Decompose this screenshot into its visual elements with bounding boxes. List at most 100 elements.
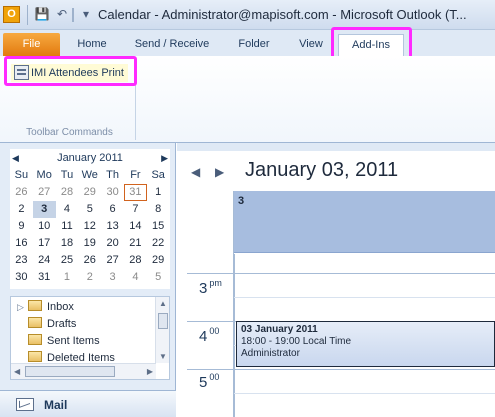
tab-file[interactable]: File bbox=[3, 33, 60, 56]
calendar-day[interactable]: 29 bbox=[78, 184, 101, 201]
vertical-scroll-thumb[interactable] bbox=[158, 313, 168, 329]
save-icon[interactable]: 💾 bbox=[34, 6, 50, 23]
calendar-day[interactable]: 7 bbox=[124, 201, 147, 218]
expand-icon[interactable]: ▷ bbox=[17, 299, 25, 316]
day-header[interactable]: 3 bbox=[234, 191, 495, 253]
calendar-day[interactable]: 8 bbox=[147, 201, 170, 218]
calendar-day[interactable]: 22 bbox=[147, 235, 170, 252]
next-day-icon[interactable]: ▶ bbox=[215, 165, 224, 179]
tab-send-receive[interactable]: Send / Receive bbox=[126, 34, 218, 56]
calendar-day[interactable]: 20 bbox=[101, 235, 124, 252]
calendar-day[interactable]: 2 bbox=[10, 201, 33, 218]
calendar-day[interactable]: 1 bbox=[56, 269, 79, 286]
calendar-day[interactable]: 6 bbox=[101, 201, 124, 218]
tab-folder[interactable]: Folder bbox=[228, 34, 280, 56]
calendar-day[interactable]: 28 bbox=[124, 252, 147, 269]
day-of-week-label: Mo bbox=[36, 169, 52, 181]
calendar-day[interactable]: 10 bbox=[33, 218, 56, 235]
calendar-day[interactable]: 14 bbox=[124, 218, 147, 235]
calendar-day[interactable]: 30 bbox=[10, 269, 33, 286]
calendar-day[interactable]: 27 bbox=[33, 184, 56, 201]
quick-access-separator-2 bbox=[72, 8, 74, 22]
tab-add-ins[interactable]: Add-Ins bbox=[338, 34, 404, 56]
time-label-3pm: 3 pm bbox=[199, 278, 222, 297]
outlook-icon[interactable]: O bbox=[3, 6, 20, 23]
mail-label: Mail bbox=[44, 398, 68, 412]
calendar-day[interactable]: 17 bbox=[33, 235, 56, 252]
quick-access-separator bbox=[27, 5, 28, 25]
calendar-week-row: 2345678 bbox=[10, 201, 170, 218]
tab-home[interactable]: Home bbox=[68, 34, 116, 56]
calendar-week-row: 9 10 11 12 13 14 15 bbox=[10, 218, 170, 235]
calendar-day[interactable]: 30 bbox=[101, 184, 124, 201]
calendar-day[interactable]: 12 bbox=[78, 218, 101, 235]
folder-horizontal-scrollbar[interactable]: ◀ ▶ bbox=[11, 363, 156, 379]
prev-day-icon[interactable]: ◀ bbox=[191, 165, 200, 179]
day-of-week-label: Sa bbox=[151, 169, 165, 181]
mail-nav-button[interactable]: Mail bbox=[0, 390, 176, 417]
folder-vertical-scrollbar[interactable]: ▲ ▼ bbox=[155, 297, 169, 363]
day-of-week-label: We bbox=[81, 169, 98, 181]
horizontal-scroll-thumb[interactable] bbox=[25, 366, 115, 377]
calendar-appointment[interactable]: 03 January 2011 18:00 - 19:00 Local Time… bbox=[236, 321, 495, 367]
calendar-day[interactable]: 4 bbox=[56, 201, 79, 218]
folder-list: ▷ Inbox Drafts Sent Items Deleted Items ▲… bbox=[10, 296, 170, 380]
appointment-organizer: Administrator bbox=[241, 348, 300, 359]
calendar-day[interactable]: 1 bbox=[147, 184, 170, 201]
calendar-day[interactable]: 15 bbox=[147, 218, 170, 235]
calendar-day[interactable]: 29 bbox=[147, 252, 170, 269]
calendar-day[interactable]: 27 bbox=[101, 252, 124, 269]
print-icon bbox=[14, 65, 29, 80]
calendar-day[interactable]: 19 bbox=[78, 235, 101, 252]
day-of-week-label: Fr bbox=[130, 169, 141, 181]
calendar-day[interactable]: 9 bbox=[10, 218, 33, 235]
time-label-5: 5 00 bbox=[199, 372, 220, 391]
calendar-day[interactable]: 21 bbox=[124, 235, 147, 252]
day-of-week-label: Th bbox=[106, 169, 119, 181]
group-label: Toolbar Commands bbox=[26, 127, 113, 138]
mini-calendar-grid: Su Mo Tu We Th Fr Sa 26 27 28 29 30 31 1 2 3 4 5 6 7 8 9 10 11… bbox=[10, 167, 170, 286]
day-of-week-label: Tu bbox=[60, 169, 74, 181]
calendar-week-row: 23 24 25 26 27 28 29 bbox=[10, 252, 170, 269]
calendar-day[interactable]: 5 bbox=[147, 269, 170, 286]
scroll-right-icon[interactable]: ▶ bbox=[147, 367, 153, 376]
folder-item-inbox[interactable]: ▷ Inbox bbox=[17, 299, 74, 316]
calendar-day[interactable]: 25 bbox=[56, 252, 79, 269]
scroll-down-icon[interactable]: ▼ bbox=[159, 352, 167, 361]
calendar-day[interactable]: 31 bbox=[123, 184, 147, 201]
calendar-day[interactable]: 3 bbox=[101, 269, 124, 286]
imi-attendees-print-button[interactable]: IMI Attendees Print bbox=[11, 64, 128, 82]
mini-calendar: ◀ January 2011 ▶ Su Mo Tu We Th Fr Sa 26 27 28 29… bbox=[10, 149, 170, 289]
calendar-day[interactable]: 4 bbox=[124, 269, 147, 286]
undo-icon[interactable]: ↶ bbox=[54, 6, 70, 23]
calendar-day[interactable]: 24 bbox=[33, 252, 56, 269]
folder-item-drafts[interactable]: Drafts bbox=[28, 316, 76, 333]
calendar-day[interactable]: 18 bbox=[56, 235, 79, 252]
calendar-day[interactable]: 23 bbox=[10, 252, 33, 269]
folder-icon bbox=[28, 300, 42, 311]
tab-view[interactable]: View bbox=[290, 34, 332, 56]
window-title: Calendar - Administrator@mapisoft.com - … bbox=[98, 7, 467, 22]
calendar-view-top-strip bbox=[177, 143, 495, 151]
calendar-day[interactable]: 16 bbox=[10, 235, 33, 252]
calendar-day[interactable]: 13 bbox=[101, 218, 124, 235]
scroll-left-icon[interactable]: ◀ bbox=[14, 367, 20, 376]
calendar-week-row: 30 31 1 2 3 4 5 bbox=[10, 269, 170, 286]
calendar-day[interactable]: 26 bbox=[78, 252, 101, 269]
calendar-day[interactable]: 2 bbox=[78, 269, 101, 286]
folder-item-sent-items[interactable]: Sent Items bbox=[28, 333, 100, 350]
day-header-number: 3 bbox=[238, 195, 245, 207]
mini-calendar-month: January 2011 bbox=[57, 152, 123, 164]
customize-dropdown-icon[interactable]: ▾ bbox=[78, 6, 94, 23]
calendar-day[interactable]: 26 bbox=[10, 184, 33, 201]
calendar-day[interactable]: 5 bbox=[78, 201, 101, 218]
imi-attendees-print-label: IMI Attendees Print bbox=[31, 67, 124, 79]
calendar-day[interactable]: 28 bbox=[56, 184, 79, 201]
scroll-up-icon[interactable]: ▲ bbox=[159, 299, 167, 308]
sent-items-icon bbox=[28, 334, 42, 345]
toolbar-commands-group: IMI Attendees Print Toolbar Commands bbox=[3, 58, 136, 140]
next-month-icon[interactable]: ▶ bbox=[161, 153, 168, 164]
calendar-day[interactable]: 3 bbox=[32, 201, 56, 218]
calendar-day[interactable]: 11 bbox=[56, 218, 79, 235]
calendar-day[interactable]: 31 bbox=[33, 269, 56, 286]
